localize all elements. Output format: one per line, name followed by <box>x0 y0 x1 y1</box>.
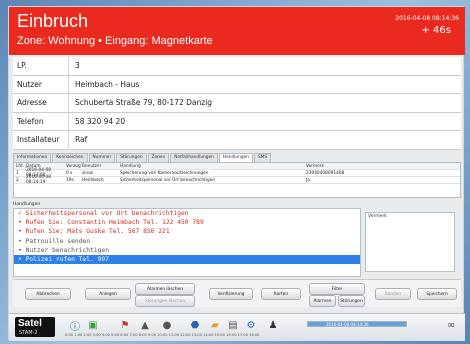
warning-icon[interactable]: ▲ <box>139 319 151 331</box>
camera-icon[interactable]: ● <box>161 319 173 331</box>
info-value: 3 <box>75 61 80 71</box>
info-icon[interactable]: ⓘ <box>69 319 81 333</box>
procedure-item-selected[interactable]: • Polizei rufen Tel. 997 <box>14 254 360 265</box>
table-header: Lfd. Datum Verzug Benutzer Handlung Verm… <box>14 163 460 170</box>
info-label: Telefon <box>13 112 69 130</box>
procedures-list: ✓ Sicherheitspersonal vor Ort benachrich… <box>13 208 361 277</box>
progress-text: 2016-04-08 08:14:36 <box>326 322 369 327</box>
brand-name: Satel <box>18 318 42 329</box>
info-label: Adresse <box>13 94 69 112</box>
info-label: LP. <box>13 57 69 75</box>
table-cell: 1 <box>16 170 19 176</box>
speichern-button[interactable]: Speichern <box>417 288 457 300</box>
note-field[interactable]: Vermerk <box>365 212 455 272</box>
alarm-title: Einbruch <box>17 11 89 31</box>
info-row-address: Adresse Schuberta Straße 79, 80-172 Danz… <box>13 94 461 113</box>
satel-logo: Satel STAM-2 <box>15 317 55 337</box>
filter-button[interactable]: Filter <box>309 283 365 295</box>
table-cell: 0 s <box>66 170 73 176</box>
note-label: Vermerk <box>368 214 387 219</box>
abbrechen-button[interactable]: Abbrechen <box>25 288 71 300</box>
info-row-lp: LP. 3 <box>13 57 461 76</box>
taskbar: Satel STAM-2 ⓘ ▣ ⚑ ▲ ● ⬣ ▰ ▤ ⚙ ♟ 2016-04… <box>9 313 465 341</box>
storungen-loschen-button[interactable]: Störungen löschen <box>135 295 195 307</box>
procedure-item[interactable]: • Rufen Sie: Constantin Heimbach Tel. 12… <box>14 218 360 227</box>
info-label: Installateur <box>13 131 69 149</box>
table-cell: 2016-04-08 08:14:19 <box>26 175 51 185</box>
col-header[interactable]: Benutzer <box>82 164 120 169</box>
table-cell: 23040408091408 <box>306 170 345 176</box>
alarm-subtitle: Zone: Wohnung • Eingang: Magnetkarte <box>17 35 213 47</box>
procedure-item[interactable]: • Patrouille senden <box>14 237 360 246</box>
info-value: Heimbach - Haus <box>75 79 140 89</box>
table-cell: sinan <box>82 170 94 176</box>
user-status-icon[interactable]: ♟ <box>267 319 279 331</box>
alarm-elapsed: + 46s <box>421 25 452 36</box>
verifizierung-button[interactable]: Verifizierung <box>209 288 253 300</box>
table-cell: 2 <box>16 177 19 183</box>
info-row-user: Nutzer Heimbach - Haus <box>13 75 461 94</box>
alarm-icon[interactable]: ⚑ <box>119 319 131 331</box>
col-header[interactable]: Vermerk <box>306 164 436 169</box>
app-window: Einbruch Zone: Wohnung • Eingang: Magnet… <box>8 6 465 341</box>
table-cell: Sicherheitspersonal vor Ort benachrichti… <box>120 177 216 183</box>
button-bar: Abbrechen Anlegen Alarmen löschen Störun… <box>13 279 461 307</box>
procedures-label: Handlungen <box>13 202 41 207</box>
col-header[interactable]: Verzug <box>66 164 82 169</box>
alarm-header: Einbruch Zone: Wohnung • Eingang: Magnet… <box>9 7 465 55</box>
table-cell: Ja <box>306 177 310 183</box>
info-value: Raf <box>75 135 88 145</box>
senden-button[interactable]: Senden <box>375 288 411 300</box>
col-header[interactable]: Lfd. <box>14 164 26 169</box>
anlegen-button[interactable]: Anlegen <box>85 288 131 300</box>
info-label: Nutzer <box>13 75 69 93</box>
info-value: 58 320 94 20 <box>75 116 126 126</box>
table-cell: Heimbach <box>82 177 104 183</box>
procedure-item[interactable]: ✓ Sicherheitspersonal vor Ort benachrich… <box>14 209 360 218</box>
time-strip: 0:00 1:00 2:00 3:00 4:00 5:00 6:00 7:00 … <box>65 333 260 337</box>
user-icon[interactable]: ▣ <box>87 319 99 331</box>
time-progress: 2016-04-08 08:14:36 <box>307 321 407 327</box>
actions-table: Lfd. Datum Verzug Benutzer Handlung Verm… <box>13 162 461 198</box>
info-row-installer: Installateur Raf <box>13 131 461 150</box>
table-row[interactable]: 2 2016-04-08 08:14:19 19s Heimbach Siche… <box>14 175 460 185</box>
procedure-item[interactable]: • Rufen Sie: Mats Guske Tel. 567 856 221 <box>14 227 360 236</box>
link-icon[interactable]: ∞ <box>445 319 457 331</box>
customer-info: LP. 3 Nutzer Heimbach - Haus Adresse Sch… <box>13 57 461 150</box>
folder-icon[interactable]: ▰ <box>209 319 221 331</box>
table-row[interactable]: 1 2016-04-08 08:14:08 0 s sinan Speicher… <box>14 168 460 178</box>
alarmen-loschen-button[interactable]: Alarmen löschen <box>135 283 195 295</box>
col-header[interactable]: Handlung <box>120 164 306 169</box>
table-cell: Speicherung von Kameraaufzeichnungen <box>120 170 209 176</box>
document-icon[interactable]: ▤ <box>227 319 239 331</box>
alarmen-filter-button[interactable]: Alarmen <box>309 295 336 307</box>
product-name: STAM-2 <box>19 330 38 336</box>
network-icon[interactable]: ⬣ <box>189 319 201 331</box>
table-cell: 19s <box>66 177 74 183</box>
info-row-phone: Telefon 58 320 94 20 <box>13 112 461 131</box>
karten-button[interactable]: Karten <box>261 288 301 300</box>
alarm-timestamp: 2016-04-08 08:14:36 <box>395 15 459 22</box>
procedure-item[interactable]: • Nutzer benachrichtigen <box>14 246 360 255</box>
gear-icon[interactable]: ⚙ <box>245 319 257 331</box>
storungen-filter-button[interactable]: Störungen <box>338 295 365 307</box>
info-value: Schuberta Straße 79, 80-172 Danzig <box>75 98 213 108</box>
